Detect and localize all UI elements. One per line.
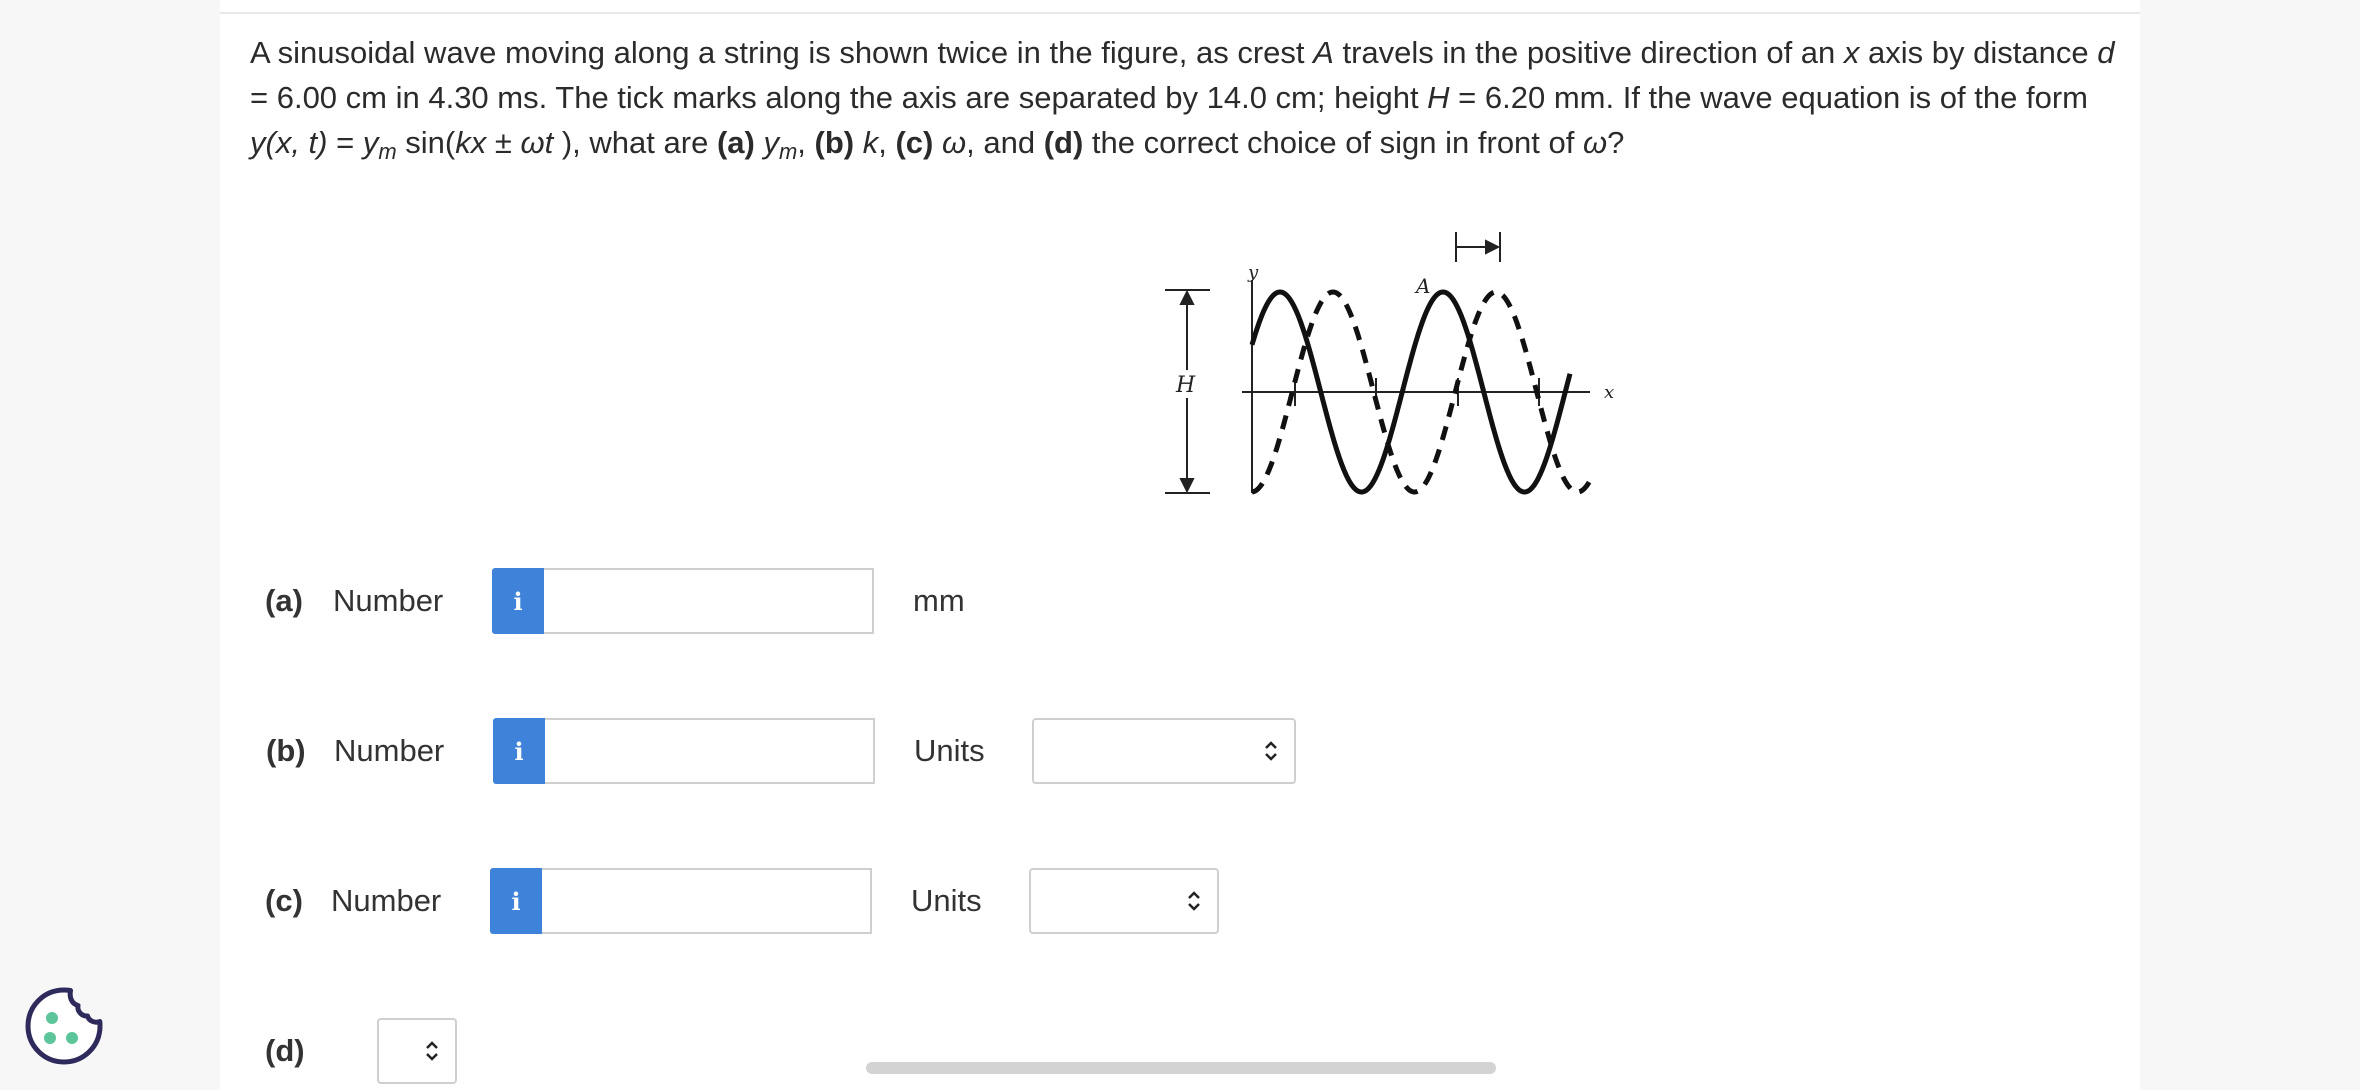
- part-c-info-button[interactable]: i: [490, 868, 542, 934]
- info-icon: i: [511, 886, 521, 916]
- info-icon: i: [514, 736, 524, 766]
- chevron-updown-icon: [1188, 891, 1200, 911]
- part-a-row: (a) Number i mm: [220, 568, 1220, 634]
- x-axis-label: x: [1604, 382, 1614, 403]
- part-a-label: (a): [265, 583, 303, 618]
- wave-figure: H y x A: [1140, 220, 1640, 520]
- part-c-row: (c) Number i Units: [220, 868, 1320, 934]
- part-b-units-label: Units: [914, 733, 985, 768]
- part-c-answer-input[interactable]: [542, 868, 872, 934]
- part-a-unit: mm: [913, 583, 965, 618]
- y-axis-label: y: [1247, 262, 1259, 283]
- part-b-answer-input[interactable]: [545, 718, 875, 784]
- cookie-settings-button[interactable]: [22, 984, 106, 1068]
- part-c-units-label: Units: [911, 883, 982, 918]
- question-text: A sinusoidal wave moving along a string …: [250, 35, 2115, 164]
- part-a-info-button[interactable]: i: [492, 568, 544, 634]
- distance-marker: [1455, 232, 1501, 262]
- part-c-units-select[interactable]: [1029, 868, 1219, 934]
- horizontal-scrollbar[interactable]: [866, 1062, 1496, 1074]
- crest-label: A: [1414, 274, 1430, 298]
- part-d-row: (d): [220, 1018, 720, 1084]
- part-c-number-label: Number: [331, 883, 442, 918]
- part-a-answer-input[interactable]: [544, 568, 874, 634]
- part-b-units-select[interactable]: [1032, 718, 1296, 784]
- cookie-icon: [25, 987, 103, 1065]
- part-b-info-button[interactable]: i: [493, 718, 545, 784]
- part-a-number-label: Number: [333, 583, 444, 618]
- info-icon: i: [513, 586, 523, 616]
- part-d-label: (d): [265, 1033, 305, 1068]
- part-c-label: (c): [265, 883, 303, 918]
- chevron-updown-icon: [1265, 741, 1277, 761]
- part-b-number-label: Number: [334, 733, 445, 768]
- part-b-row: (b) Number i Units: [220, 718, 1320, 784]
- question-card: A sinusoidal wave moving along a string …: [220, 0, 2140, 1090]
- chevron-updown-icon: [426, 1041, 438, 1061]
- part-d-sign-select[interactable]: [377, 1018, 457, 1084]
- height-label: H: [1175, 373, 1196, 398]
- part-b-label: (b): [266, 733, 306, 768]
- top-divider: [220, 12, 2140, 14]
